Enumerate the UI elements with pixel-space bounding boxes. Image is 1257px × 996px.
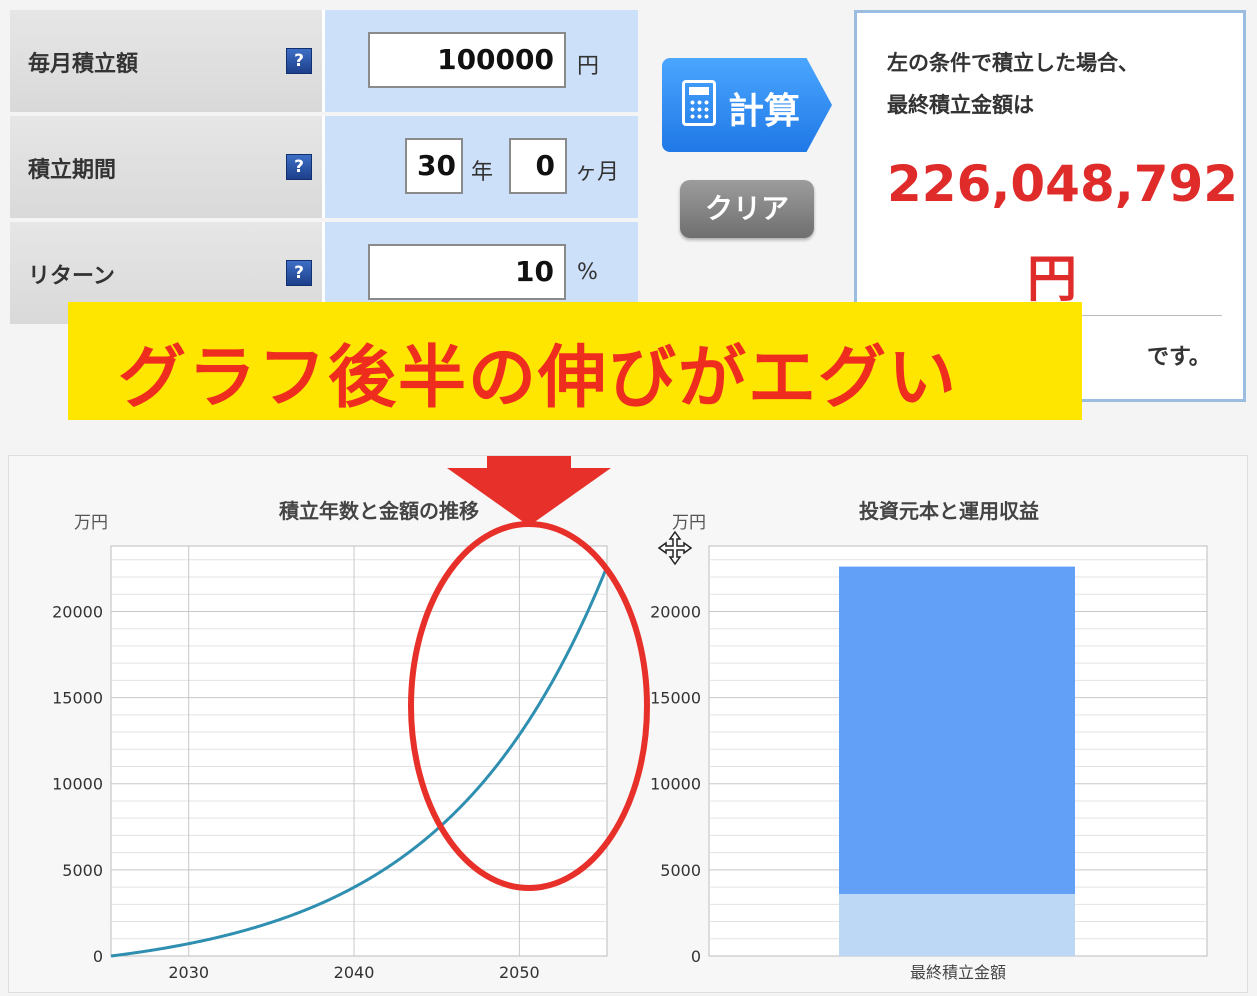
monthly-amount-input[interactable]: 100000 bbox=[368, 32, 566, 88]
line-chart-x-tick-label: 2050 bbox=[499, 963, 540, 982]
line-chart-x-ticks: 2030 2040 2050 bbox=[168, 963, 539, 982]
line-chart-y-tick-label: 20000 bbox=[52, 602, 103, 621]
line-chart-y-tick-label: 0 bbox=[93, 947, 103, 966]
yen-unit: 円 bbox=[577, 54, 600, 79]
line-chart-y-ticks: 0 5000 10000 15000 20000 bbox=[52, 602, 103, 966]
return-label: リターン bbox=[28, 264, 115, 289]
line-chart-y-tick-label: 5000 bbox=[62, 861, 103, 880]
bar-chart-y-tick-label: 10000 bbox=[650, 775, 701, 794]
period-label: 積立期間 bbox=[28, 158, 117, 183]
return-input[interactable]: 10 bbox=[368, 244, 566, 300]
bar-chart: 投資元本と運用収益 万円 0 5000 10000 15000 20000 最終積立金額 bbox=[650, 499, 1208, 982]
months-input[interactable]: 0 bbox=[509, 138, 567, 194]
line-chart-y-tick-label: 15000 bbox=[52, 689, 103, 708]
bar-chart-bars bbox=[839, 566, 1075, 956]
bar-chart-y-tick-label: 5000 bbox=[660, 861, 701, 880]
move-cursor-icon bbox=[657, 530, 693, 566]
bar-chart-y-tick-label: 0 bbox=[691, 947, 701, 966]
line-chart-x-tick-label: 2040 bbox=[334, 963, 375, 982]
bar-chart-y-ticks: 0 5000 10000 15000 20000 bbox=[650, 602, 701, 966]
annotation-banner: グラフ後半の伸びがエグい bbox=[68, 302, 1082, 420]
result-suffix: です。 bbox=[1147, 345, 1211, 370]
annotation-banner-text: グラフ後半の伸びがエグい bbox=[118, 339, 959, 418]
bar-chart-y-unit: 万円 bbox=[672, 513, 706, 533]
result-intro-line2: 最終積立金額は bbox=[887, 93, 1034, 117]
bar-chart-title: 投資元本と運用収益 bbox=[859, 499, 1039, 523]
percent-unit: % bbox=[577, 260, 598, 285]
line-chart-y-unit: 万円 bbox=[74, 513, 108, 533]
calculate-button[interactable]: 計算 bbox=[662, 58, 832, 152]
monthly-amount-label-cell: 毎月積立額 ? bbox=[10, 10, 325, 112]
monthly-amount-row: 毎月積立額 ? 100000 円 bbox=[10, 10, 638, 112]
period-row: 積立期間 ? 30 年 0 ヶ月 bbox=[10, 116, 638, 218]
charts-svg: 積立年数と金額の推移 万円 05000100001500020000 2030 2… bbox=[52, 434, 1208, 982]
months-unit: ヶ月 bbox=[575, 160, 620, 185]
monthly-amount-value-cell: 100000 円 bbox=[325, 10, 638, 112]
years-input[interactable]: 30 bbox=[405, 138, 463, 194]
bar-principal bbox=[839, 893, 1075, 956]
period-value-cell: 30 年 0 ヶ月 bbox=[325, 116, 638, 218]
help-icon[interactable]: ? bbox=[286, 154, 312, 180]
bar-chart-y-tick-label: 15000 bbox=[650, 689, 701, 708]
input-form: 毎月積立額 ? 100000 円 積立期間 ? 30 年 0 ヶ月 リターン ?… bbox=[10, 10, 638, 324]
bar-chart-category-label: 最終積立金額 bbox=[910, 963, 1006, 982]
bar-chart-y-tick-label: 20000 bbox=[650, 602, 701, 621]
result-intro-line1: 左の条件で積立した場合、 bbox=[887, 51, 1139, 75]
bar-return bbox=[839, 566, 1075, 894]
period-label-cell: 積立期間 ? bbox=[10, 116, 325, 218]
line-chart-plot-area bbox=[110, 545, 608, 957]
result-currency: 円 bbox=[1027, 250, 1077, 308]
calculator-icon bbox=[682, 80, 716, 126]
line-chart-title: 積立年数と金額の推移 bbox=[279, 499, 479, 523]
clear-button[interactable]: クリア bbox=[680, 180, 814, 238]
calculate-button-label: 計算 bbox=[728, 91, 801, 132]
chart-panel: 積立年数と金額の推移 万円 0 5000 10000 15000 20000 2030 2… bbox=[8, 434, 1248, 993]
line-chart: 積立年数と金額の推移 万円 05000100001500020000 2030 2… bbox=[52, 499, 609, 982]
help-icon[interactable]: ? bbox=[286, 260, 312, 286]
years-unit: 年 bbox=[471, 160, 494, 185]
help-icon[interactable]: ? bbox=[286, 48, 312, 74]
result-amount: 226,048,792 bbox=[887, 155, 1239, 213]
line-chart-y-tick-label: 10000 bbox=[52, 775, 103, 794]
monthly-amount-label: 毎月積立額 bbox=[28, 52, 139, 77]
line-chart-x-tick-label: 2030 bbox=[168, 963, 209, 982]
